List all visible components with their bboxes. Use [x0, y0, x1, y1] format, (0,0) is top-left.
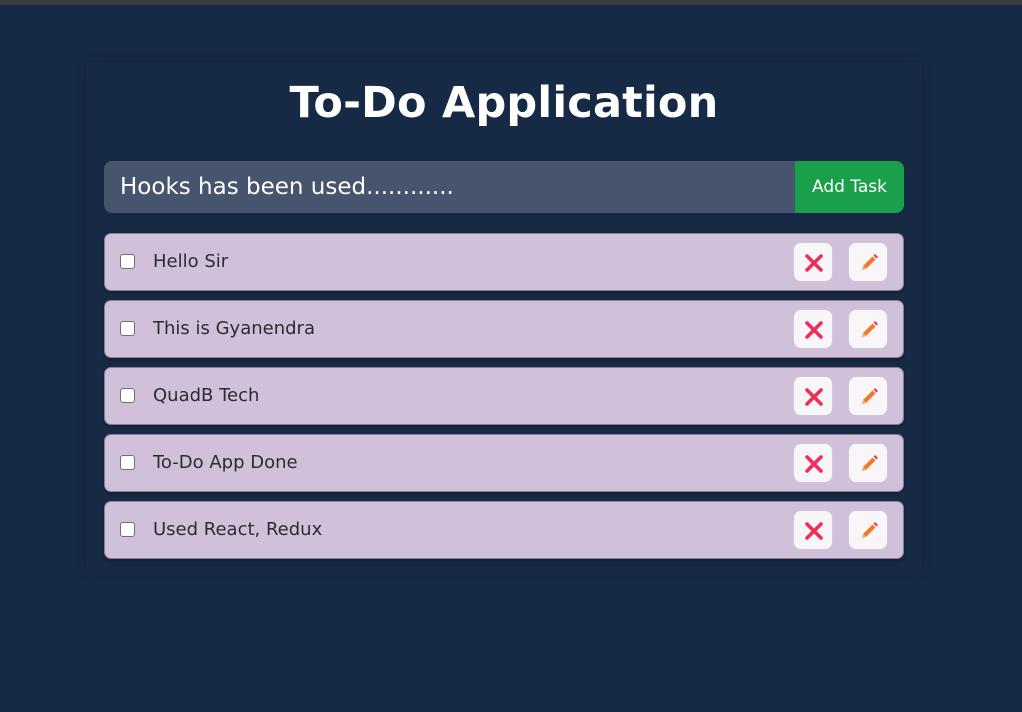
task-item: Used React, Redux [104, 501, 904, 559]
task-text: This is Gyanendra [153, 318, 315, 339]
pencil-icon [861, 455, 878, 472]
task-checkbox[interactable] [120, 522, 135, 537]
pencil-icon [861, 321, 878, 338]
close-icon [805, 455, 823, 473]
close-icon [805, 522, 823, 540]
task-text: Used React, Redux [153, 519, 323, 540]
pencil-icon [861, 388, 878, 405]
close-icon [805, 321, 823, 339]
delete-task-button[interactable] [793, 309, 833, 349]
delete-task-button[interactable] [793, 510, 833, 550]
pencil-icon [861, 254, 878, 271]
task-item: This is Gyanendra [104, 300, 904, 358]
task-item: QuadB Tech [104, 367, 904, 425]
task-text: QuadB Tech [153, 385, 260, 406]
task-text: To-Do App Done [153, 452, 298, 473]
task-input-row: Add Task [104, 161, 904, 213]
task-item: Hello Sir [104, 233, 904, 291]
task-checkbox[interactable] [120, 321, 135, 336]
edit-task-button[interactable] [848, 510, 888, 550]
task-text: Hello Sir [153, 251, 229, 272]
task-checkbox[interactable] [120, 455, 135, 470]
pencil-icon [861, 522, 878, 539]
edit-task-button[interactable] [848, 309, 888, 349]
app-title: To-Do Application [289, 78, 719, 128]
delete-task-button[interactable] [793, 443, 833, 483]
window-top-strip [0, 0, 1022, 5]
delete-task-button[interactable] [793, 376, 833, 416]
delete-task-button[interactable] [793, 242, 833, 282]
task-checkbox[interactable] [120, 388, 135, 403]
task-item: To-Do App Done [104, 434, 904, 492]
edit-task-button[interactable] [848, 376, 888, 416]
close-icon [805, 254, 823, 272]
task-list: Hello Sir This is Gyanendra QuadB Tech T… [104, 233, 904, 568]
edit-task-button[interactable] [848, 242, 888, 282]
close-icon [805, 388, 823, 406]
add-task-button[interactable]: Add Task [795, 161, 904, 213]
task-input[interactable] [104, 161, 795, 213]
edit-task-button[interactable] [848, 443, 888, 483]
todo-card: To-Do Application Add Task Hello Sir [86, 62, 922, 574]
task-checkbox[interactable] [120, 254, 135, 269]
